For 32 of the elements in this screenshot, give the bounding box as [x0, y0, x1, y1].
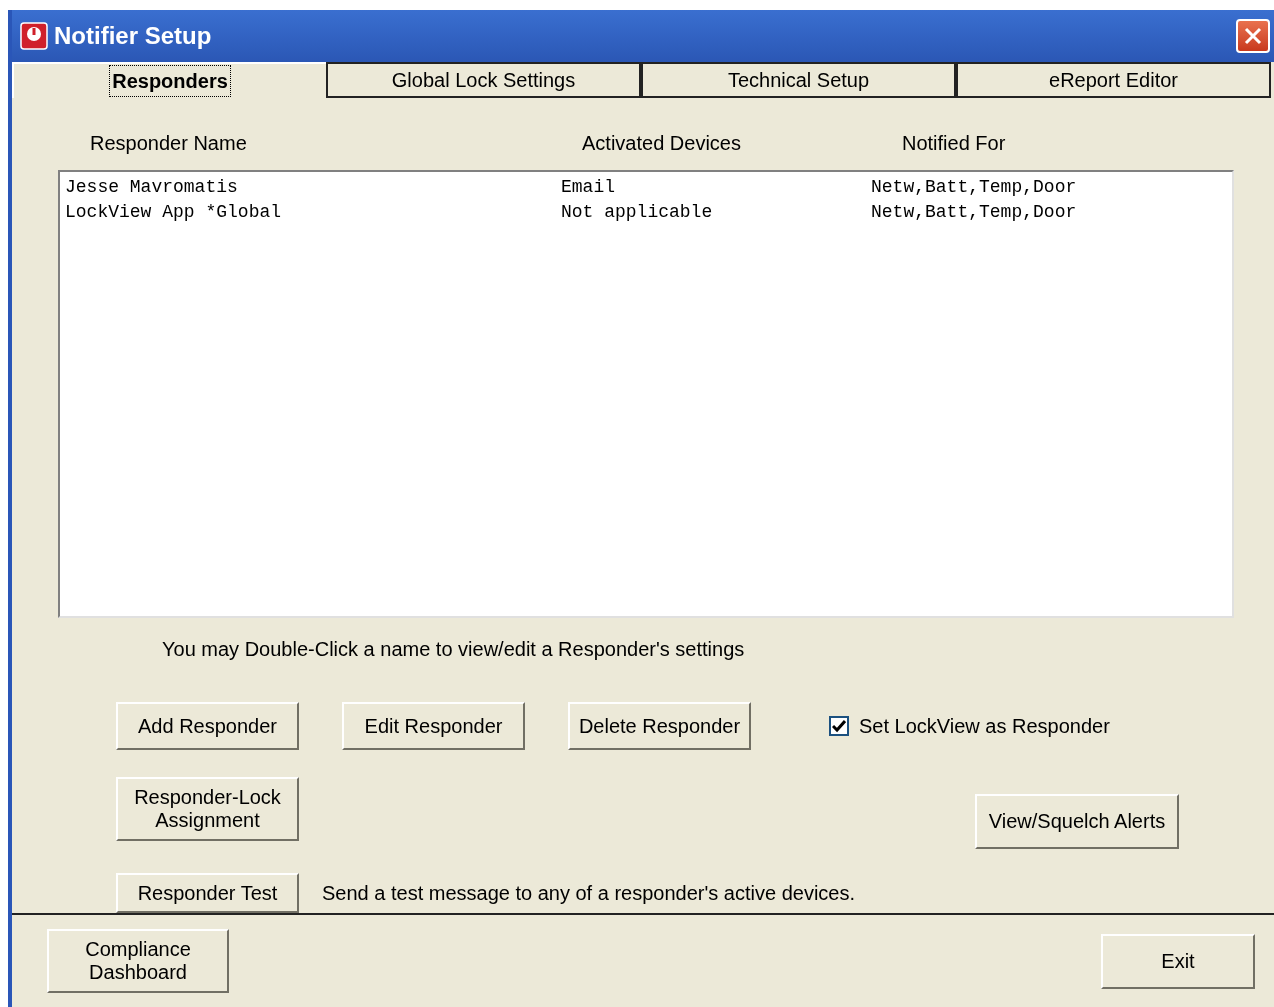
test-note: Send a test message to any of a responder's active devices. — [322, 881, 855, 906]
assignment-button[interactable]: Responder-Lock Assignment — [116, 777, 299, 841]
test-button[interactable]: Responder Test — [116, 873, 299, 913]
list-cell: Email — [561, 177, 615, 197]
list-cell: Netw,Batt,Temp,Door — [871, 177, 1077, 197]
tab[interactable]: Responders — [12, 62, 326, 98]
close-icon — [1243, 26, 1263, 46]
list-cell: Jesse Mavromatis — [65, 177, 238, 197]
window-title: Notifier Setup — [54, 21, 212, 51]
tab[interactable]: Technical Setup — [641, 62, 956, 98]
lockview-checkbox[interactable]: Set LockView as Responder — [829, 711, 1110, 741]
action-button[interactable]: Add Responder — [116, 702, 299, 750]
app-icon — [20, 22, 48, 50]
checkbox-box[interactable] — [829, 716, 849, 736]
list-cell: Netw,Batt,Temp,Door — [871, 202, 1077, 222]
action-button[interactable]: Delete Responder — [568, 702, 751, 750]
hint-text: You may Double-Click a name to view/edit a Responder's settings — [162, 638, 745, 660]
list-cell: Not applicable — [561, 202, 713, 222]
list-row[interactable]: LockView App *Global Not applicable Netw,Batt,Temp,Door — [65, 200, 1232, 225]
list-row[interactable]: Jesse Mavromatis Email Netw,Batt,Temp,Door — [65, 175, 1232, 200]
action-button[interactable]: Edit Responder — [342, 702, 525, 750]
footer-button[interactable]: Exit — [1101, 933, 1255, 989]
tab[interactable]: eReport Editor — [956, 62, 1271, 98]
checkmark-icon — [832, 719, 846, 733]
column-header: Responder Name — [90, 132, 247, 154]
close-button[interactable] — [1236, 19, 1270, 53]
list-cell: LockView App *Global — [65, 202, 282, 222]
column-header: Notified For — [902, 132, 1006, 154]
column-header: Activated Devices — [582, 132, 741, 154]
footer-button[interactable]: Compliance Dashboard — [47, 929, 229, 993]
squelch-button[interactable]: View/Squelch Alerts — [975, 794, 1179, 849]
tab[interactable]: Global Lock Settings — [326, 62, 641, 98]
